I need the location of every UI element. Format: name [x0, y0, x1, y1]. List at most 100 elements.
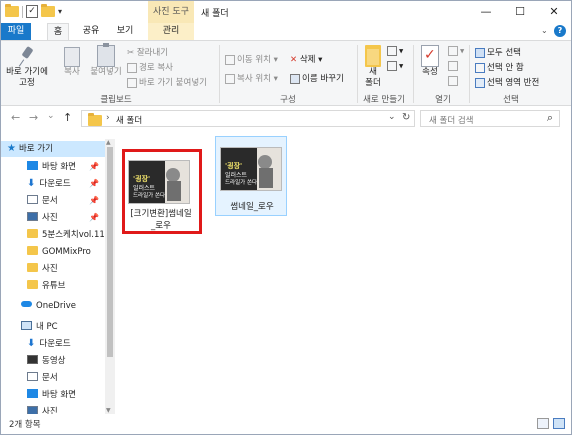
sidebar-item-youtube[interactable]: 유튜브: [1, 278, 105, 294]
sidebar-item-photos-folder[interactable]: 사진: [1, 261, 105, 277]
tab-home[interactable]: 홈: [47, 23, 69, 40]
pin-icon: 📌: [89, 179, 99, 188]
tab-manage[interactable]: 관리: [148, 23, 194, 40]
paste-button[interactable]: 붙여넣기: [89, 43, 123, 78]
scroll-down-icon[interactable]: ▼: [106, 407, 111, 414]
path-dropdown-icon[interactable]: ⌄: [388, 112, 396, 122]
sidebar-item-onedrive[interactable]: OneDrive: [1, 298, 105, 314]
sidebar-item-label: 다운로드: [39, 179, 71, 189]
details-view-icon[interactable]: [537, 418, 549, 429]
breadcrumb-current[interactable]: 새 폴더: [116, 114, 142, 126]
new-folder-icon[interactable]: [41, 4, 55, 17]
back-button[interactable]: ←: [11, 111, 20, 124]
easy-access-button[interactable]: ▾: [387, 61, 403, 72]
navigation-pane: ★ 바로 가기 바탕 화면 📌 ⬇ 다운로드 📌 문서 📌 사진 📌 5분스케치vo…: [1, 132, 115, 414]
qat-dropdown[interactable]: ▾: [58, 7, 62, 16]
collapse-ribbon-icon[interactable]: ⌄: [541, 26, 548, 35]
sidebar-item-gommixpro[interactable]: GOMMixPro: [1, 244, 105, 260]
sidebar-item-label: 문서: [42, 196, 58, 206]
edit-button[interactable]: [448, 61, 460, 72]
sidebar-item-label: 사진: [42, 407, 58, 414]
folder-icon: [27, 246, 38, 255]
minimize-button[interactable]: —: [469, 1, 503, 23]
properties-label: 속성: [422, 67, 438, 77]
properties-icon[interactable]: ✓: [26, 5, 38, 18]
invert-selection-button[interactable]: 선택 영역 반전: [475, 76, 539, 88]
new-item-button[interactable]: ▾: [387, 46, 403, 57]
sidebar-item-this-pc[interactable]: 내 PC: [1, 319, 105, 335]
navpane-scrollbar[interactable]: ▲ ▼: [105, 139, 115, 414]
sidebar-item-label: 사진: [42, 264, 58, 274]
forward-button[interactable]: →: [29, 111, 38, 124]
refresh-icon[interactable]: ↻: [402, 112, 410, 123]
invert-selection-label: 선택 영역 반전: [487, 78, 540, 88]
large-icons-view-icon[interactable]: [553, 418, 565, 429]
search-icon[interactable]: ⌕: [547, 111, 553, 125]
copy-to-button[interactable]: 복사 위치 ▾: [225, 72, 278, 84]
scroll-up-icon[interactable]: ▲: [106, 139, 111, 146]
sidebar-item-pc-downloads[interactable]: ⬇ 다운로드: [1, 336, 105, 352]
select-all-label: 모두 선택: [487, 48, 521, 58]
scrollbar-thumb[interactable]: [107, 147, 113, 357]
sidebar-item-pc-desktop[interactable]: 바탕 화면: [1, 387, 105, 403]
sidebar-item-pc-documents[interactable]: 문서: [1, 370, 105, 386]
ribbon-tabs: 파일 홈 공유 보기 관리 ⌄ ?: [1, 23, 571, 40]
delete-button[interactable]: ✕ 삭제 ▾: [290, 53, 322, 65]
desktop-icon: [27, 161, 38, 170]
close-button[interactable]: ✕: [537, 1, 571, 23]
new-folder-button[interactable]: 새 폴더: [361, 45, 385, 89]
copy-button[interactable]: 복사: [59, 47, 85, 78]
separator: [219, 45, 220, 103]
sidebar-item-pictures[interactable]: 사진 📌: [1, 210, 105, 226]
select-group-label: 선택: [503, 95, 519, 105]
select-all-button[interactable]: 모두 선택: [475, 46, 521, 58]
sidebar-item-label: 5분스케치vol.11: [42, 230, 105, 240]
select-all-icon: [475, 47, 485, 58]
sidebar-item-label: 유튜브: [42, 281, 66, 291]
move-to-button[interactable]: 이동 위치 ▾: [225, 53, 278, 65]
desktop-icon: [27, 389, 38, 398]
sidebar-item-documents[interactable]: 문서 📌: [1, 193, 105, 209]
up-button[interactable]: ↑: [63, 111, 72, 124]
cut-button[interactable]: ✂ 잘라내기: [127, 46, 168, 58]
open-icon: [448, 46, 458, 56]
sidebar-item-sketch[interactable]: 5분스케치vol.11: [1, 227, 105, 243]
pin-quick-access-button[interactable]: 바로 가기에 고정: [5, 47, 49, 89]
pin-icon: 📌: [89, 196, 99, 205]
recent-locations-button[interactable]: ⌄: [47, 111, 55, 121]
folder-icon: [27, 280, 38, 289]
open-button[interactable]: ▾: [448, 46, 464, 57]
cut-label: 잘라내기: [136, 48, 169, 58]
copy-path-button[interactable]: 경로 복사: [127, 61, 173, 73]
pin-icon: 📌: [89, 162, 99, 171]
paste-shortcut-button[interactable]: 바로 가기 붙여넣기: [127, 76, 207, 88]
thumb-subtitle-2: 드라일가 쏜다: [225, 180, 258, 186]
sidebar-item-desktop[interactable]: 바탕 화면 📌: [1, 159, 105, 175]
separator: [22, 5, 23, 18]
paste-icon: [97, 43, 115, 67]
tab-file[interactable]: 파일: [1, 23, 31, 40]
tab-share[interactable]: 공유: [77, 23, 105, 40]
sidebar-item-downloads[interactable]: ⬇ 다운로드 📌: [1, 176, 105, 192]
maximize-button[interactable]: ☐: [503, 1, 537, 23]
sidebar-item-pc-pictures[interactable]: 사진: [1, 404, 105, 414]
dropdown-icon: ▾: [399, 46, 404, 57]
tab-view[interactable]: 보기: [111, 23, 139, 40]
help-icon[interactable]: ?: [554, 25, 566, 37]
rename-icon: [290, 73, 300, 84]
rename-button[interactable]: 이름 바꾸기: [290, 72, 344, 84]
document-icon: [27, 195, 38, 204]
select-none-button[interactable]: 선택 안 함: [475, 61, 524, 73]
search-input[interactable]: 새 폴더 검색: [429, 114, 474, 126]
search-box[interactable]: 새 폴더 검색 ⌕: [420, 110, 560, 127]
sidebar-item-label: 문서: [42, 373, 58, 383]
quick-access-item[interactable]: ★ 바로 가기: [1, 141, 105, 157]
file-item[interactable]: '굉장' 일러스트 드라일가 쏜다 썸네일_로우: [215, 136, 287, 216]
history-button[interactable]: [448, 76, 460, 87]
properties-button[interactable]: 속성: [418, 45, 442, 78]
sidebar-item-label: 내 PC: [36, 322, 58, 332]
sidebar-item-label: 다운로드: [39, 339, 71, 349]
sidebar-item-videos[interactable]: 동영상: [1, 353, 105, 369]
address-bar[interactable]: › 새 폴더 ⌄ ↻: [81, 110, 415, 127]
open-group-label: 열기: [435, 95, 451, 105]
